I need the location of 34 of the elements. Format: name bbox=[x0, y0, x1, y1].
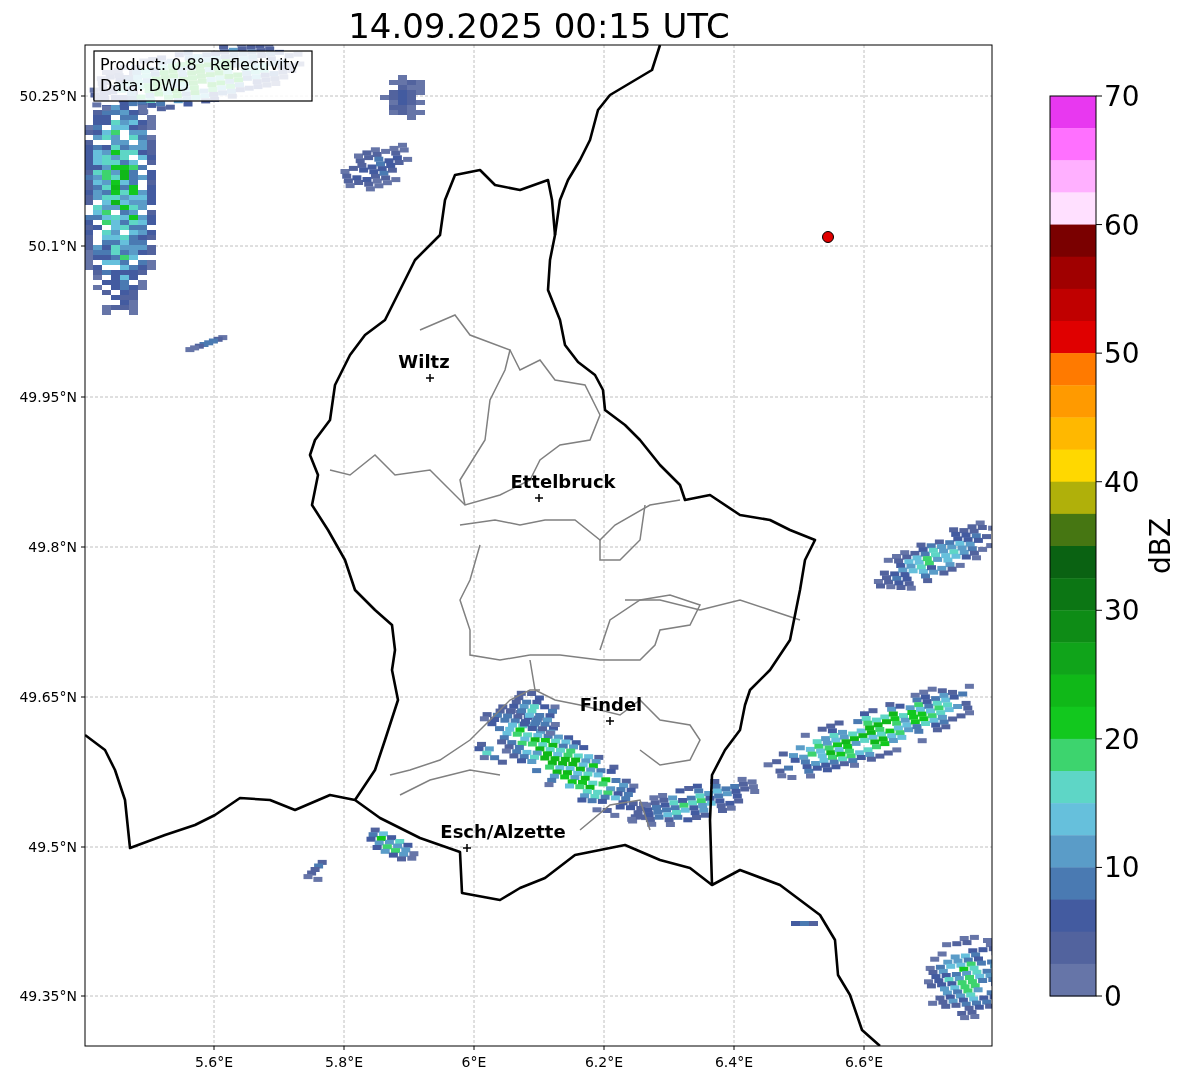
axis-tick-label: 5.6°E bbox=[194, 1054, 234, 1070]
axis-tick-label: 6.2°E bbox=[584, 1054, 624, 1070]
colorbar-tick-label: 20 bbox=[1104, 722, 1140, 756]
city-marker-icon bbox=[605, 716, 615, 726]
colorbar-tick-label: 40 bbox=[1104, 465, 1140, 499]
info-text: Product: 0.8° Reflectivity bbox=[100, 55, 300, 74]
axis-tick-label: 6°E bbox=[461, 1054, 487, 1070]
colorbar-label: dBZ bbox=[1144, 517, 1177, 575]
city-label: Findel bbox=[579, 694, 643, 715]
axis-tick-label: 49.5°N bbox=[28, 839, 77, 855]
axis-tick-label: 6.4°E bbox=[714, 1054, 754, 1070]
colorbar-tick-label: 10 bbox=[1104, 851, 1140, 885]
chart-title: 14.09.2025 00:15 UTC bbox=[348, 6, 730, 46]
city-label: Esch/Alzette bbox=[440, 821, 566, 842]
axis-tick-label: 50.1°N bbox=[28, 238, 77, 254]
axis-tick-label: 6.6°E bbox=[844, 1054, 884, 1070]
colorbar-tick-label: 0 bbox=[1104, 980, 1122, 1013]
axis-tick-label: 49.8°N bbox=[28, 539, 77, 555]
axis-tick-label: 49.95°N bbox=[19, 389, 77, 405]
colorbar-tick-label: 30 bbox=[1104, 594, 1140, 628]
city-marker-icon bbox=[462, 843, 472, 853]
radar-station-marker bbox=[822, 231, 834, 243]
axis-tick-label: 49.35°N bbox=[19, 988, 77, 1004]
city-marker-icon bbox=[534, 493, 544, 503]
city-label: Wiltz bbox=[398, 351, 450, 372]
info-text: Data: DWD bbox=[100, 76, 190, 95]
colorbar-tick-label: 60 bbox=[1104, 208, 1140, 242]
city-marker-icon bbox=[425, 373, 435, 383]
axis-tick-label: 5.8°E bbox=[324, 1054, 364, 1070]
axis-tick-label: 50.25°N bbox=[19, 88, 77, 104]
colorbar-tick-label: 50 bbox=[1104, 337, 1140, 371]
axis-tick-label: 49.65°N bbox=[19, 689, 77, 705]
colorbar-tick-label: 70 bbox=[1104, 80, 1140, 113]
city-label: Ettelbruck bbox=[510, 471, 616, 492]
